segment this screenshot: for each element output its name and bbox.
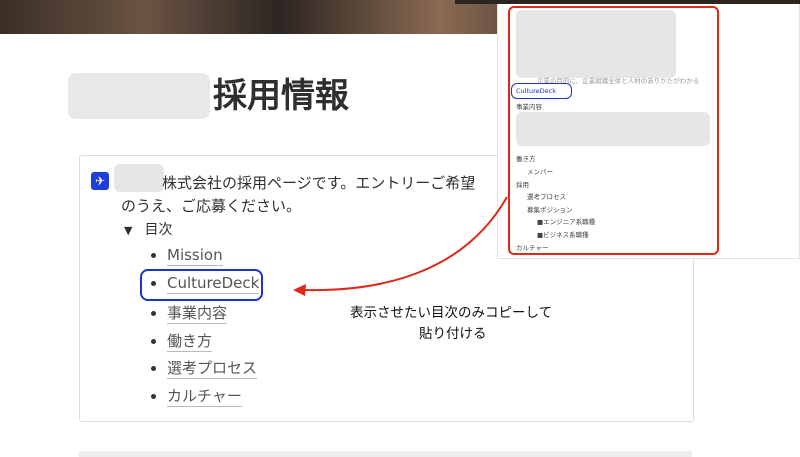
annotation-line2: 貼り付ける	[419, 326, 487, 342]
annotation-line1: 表示させたい目次のみコピーして	[350, 305, 553, 321]
next-block-edge	[79, 451, 692, 457]
curved-arrow-icon	[293, 196, 508, 296]
